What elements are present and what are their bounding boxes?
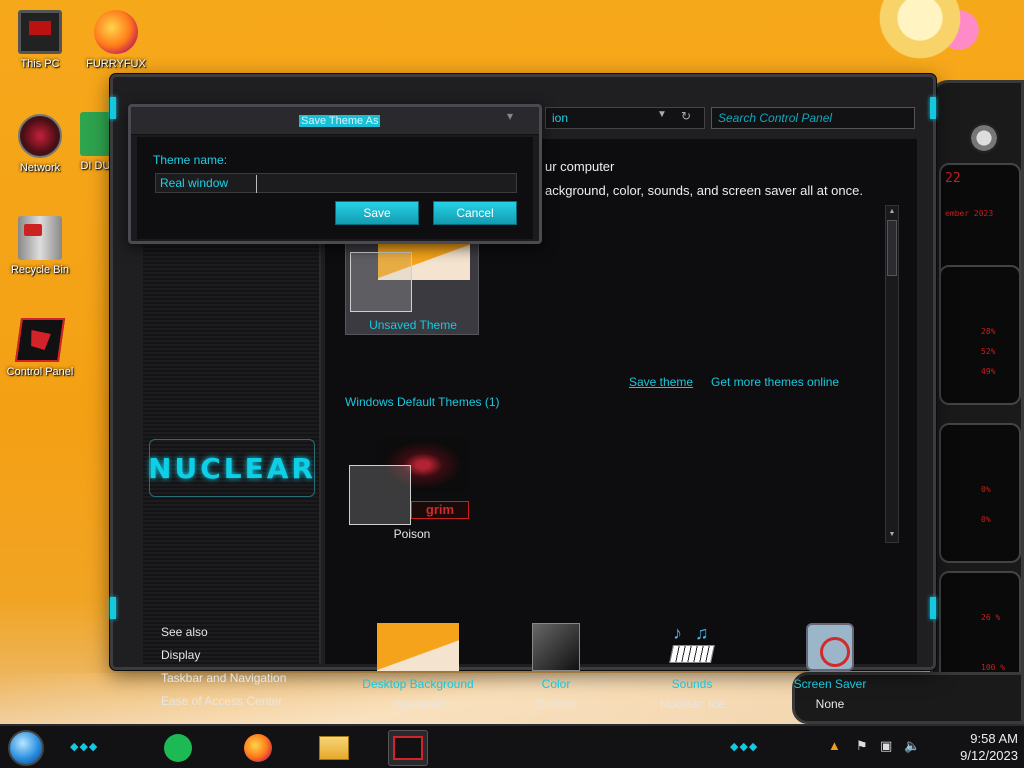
desktop-icon-control-panel[interactable]: Control Panel — [2, 318, 78, 378]
taskbar-decoration: ◆◆◆ — [70, 741, 99, 753]
setting-label: Sounds — [671, 677, 713, 691]
clock-time: 9:58 AM — [970, 731, 1018, 746]
taskbar-decoration: ◆◆◆ — [730, 741, 759, 753]
desktop-icon-label: Control Panel — [6, 366, 74, 378]
chevron-down-icon[interactable]: ▼ — [657, 109, 667, 120]
desktop-icon-furryfux[interactable]: FURRYFUX — [78, 10, 154, 70]
theme-preview-window — [350, 252, 412, 312]
gadget-value: ember 2023 — [945, 209, 994, 218]
theme-name-input[interactable] — [155, 173, 517, 193]
recycle-bin-icon — [18, 216, 62, 260]
close-icon[interactable]: ▾ — [507, 109, 513, 123]
control-panel-icon — [14, 318, 66, 362]
taskbar: ◆◆◆ ◆◆◆ ▲ ⚑ ▣ 🔈 9:58 AM 9/12/2023 — [0, 724, 1024, 768]
start-button[interactable] — [8, 730, 44, 766]
gadget-value: 49% — [981, 367, 996, 376]
network-icon[interactable]: ▣ — [880, 738, 892, 754]
theme-preview-window — [349, 465, 411, 525]
clock-date: 9/12/2023 — [960, 748, 1018, 763]
desktop-icon-recycle-bin[interactable]: Recycle Bin — [2, 216, 78, 276]
anime-sticker — [868, 0, 998, 60]
cancel-button[interactable]: Cancel — [433, 201, 517, 225]
desktop-icon-network[interactable]: Network — [2, 114, 78, 174]
desktop-icon-label: FURRYFUX — [86, 58, 146, 70]
alien-logo-icon — [969, 123, 999, 153]
window-frame-accent — [110, 97, 116, 119]
page-description: ackground, color, sounds, and screen sav… — [545, 183, 863, 198]
setting-label: Color — [541, 677, 571, 691]
dialog-titlebar[interactable]: Save Theme As ▾ — [131, 107, 539, 135]
window-frame-accent — [930, 97, 936, 119]
sounds-icon: ♪ ♫ — [667, 623, 717, 671]
desktop-icon-this-pc[interactable]: This PC — [2, 10, 78, 70]
see-also-heading: See also — [161, 625, 208, 639]
taskbar-control-panel[interactable] — [388, 730, 428, 766]
wallpaper-thumbnail — [377, 623, 459, 671]
spotify-icon — [164, 734, 192, 762]
save-button[interactable]: Save — [335, 201, 419, 225]
page-heading: ur computer — [545, 159, 615, 174]
default-themes-heading: Windows Default Themes (1) — [345, 395, 500, 409]
setting-label: Desktop Background — [362, 677, 474, 691]
taskbar-file-explorer[interactable] — [314, 730, 354, 766]
taskbar-firefox[interactable] — [238, 730, 278, 766]
save-theme-dialog: Save Theme As ▾ Theme name: Save Cancel — [128, 104, 542, 244]
dialog-body: Theme name: Save Cancel — [137, 137, 533, 239]
theme-name-label: Theme name: — [153, 153, 228, 167]
gadget-panel: 28% 52% 49% — [939, 265, 1021, 405]
gadget-value: 0% — [981, 515, 991, 524]
folder-icon — [319, 736, 349, 760]
screen-saver-icon — [806, 623, 854, 671]
desktop-background-setting[interactable]: Desktop Background download — [353, 623, 483, 711]
gadget-value: 0% — [981, 485, 991, 494]
gadget-value: 26 % — [981, 613, 1001, 622]
theme-label: Unsaved Theme — [369, 318, 457, 332]
desktop-icon-label: Recycle Bin — [10, 264, 70, 276]
see-also-link-taskbar[interactable]: Taskbar and Navigation — [161, 671, 286, 685]
network-icon — [18, 114, 62, 158]
color-setting[interactable]: Color Custom — [491, 623, 621, 711]
dialog-title: Save Theme As — [299, 115, 381, 127]
refresh-icon[interactable]: ↻ — [681, 109, 697, 125]
system-monitor-gadget: 22 ember 2023 28% 52% 49% 0% 0% 26 % 100… — [930, 80, 1024, 700]
setting-label: Screen Saver — [793, 677, 867, 691]
grim-logo: grim — [411, 501, 469, 519]
taskbar-spotify[interactable] — [158, 730, 198, 766]
window-frame-accent — [110, 597, 116, 619]
setting-value: Nuclear: Ice — [659, 697, 725, 711]
get-more-themes-link[interactable]: Get more themes online — [711, 375, 839, 389]
setting-value: download — [392, 697, 444, 711]
flag-icon[interactable]: ⚑ — [856, 738, 868, 754]
gadget-value: 100 % — [981, 663, 1006, 672]
search-input[interactable] — [711, 107, 915, 129]
text-cursor — [256, 175, 257, 193]
control-panel-icon — [393, 736, 423, 760]
sounds-setting[interactable]: ♪ ♫ Sounds Nuclear: Ice — [627, 623, 757, 711]
theme-tile-poison[interactable]: grim Poison — [345, 431, 479, 549]
see-also-link-ease-of-access[interactable]: Ease of Access Center — [161, 694, 282, 708]
gadget-value: 22 — [945, 171, 961, 186]
theme-label: Poison — [393, 527, 431, 541]
app-tray-icon[interactable]: ▲ — [828, 738, 841, 753]
setting-value: Custom — [535, 697, 577, 711]
gadget-value: 28% — [981, 327, 996, 336]
system-clock[interactable]: 9:58 AM 9/12/2023 — [934, 730, 1018, 764]
gadget-value: 52% — [981, 347, 996, 356]
firefox-icon — [94, 10, 138, 54]
color-swatch-icon — [532, 623, 580, 671]
nuclear-logo: NUCLEAR — [148, 439, 315, 497]
gadget-panel: 0% 0% — [939, 423, 1021, 563]
desktop-icon-label: This PC — [20, 58, 60, 70]
desktop-icon-label: Network — [19, 162, 61, 174]
screen-saver-setting[interactable]: Screen Saver None — [765, 623, 895, 711]
volume-icon[interactable]: 🔈 — [904, 738, 920, 754]
setting-value: None — [815, 697, 845, 711]
monitor-icon — [18, 10, 62, 54]
firefox-icon — [244, 734, 272, 762]
save-theme-link[interactable]: Save theme — [629, 375, 693, 389]
window-frame-accent — [930, 597, 936, 619]
see-also-link-display[interactable]: Display — [161, 648, 200, 662]
theme-list: Unsaved Theme Save theme Get more themes… — [345, 205, 893, 545]
